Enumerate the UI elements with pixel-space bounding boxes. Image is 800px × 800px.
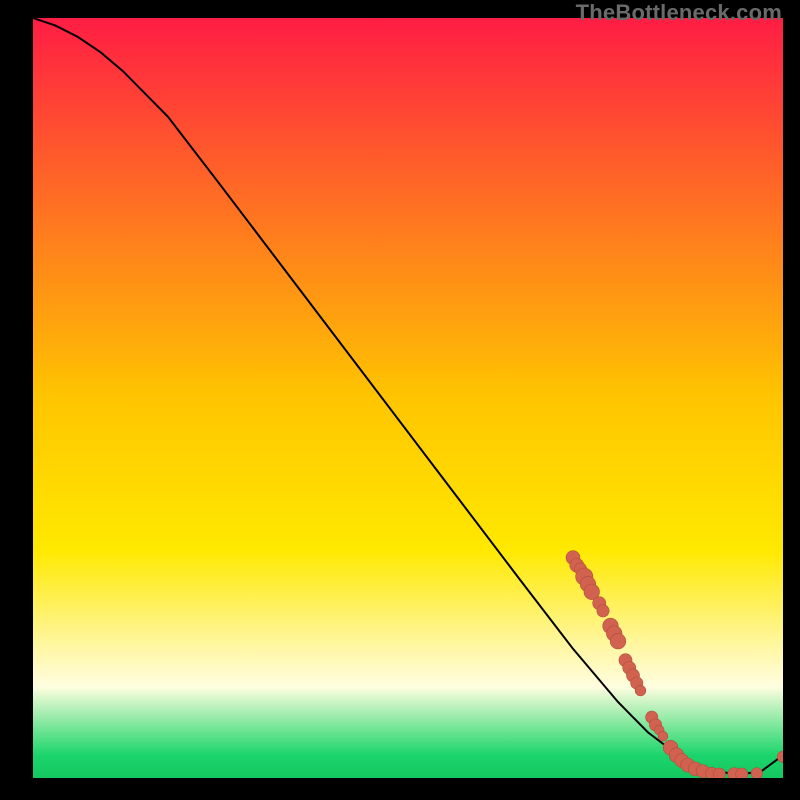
data-point [610, 633, 626, 649]
data-point [597, 605, 609, 617]
chart-stage: TheBottleneck.com [0, 0, 800, 800]
data-point [751, 768, 762, 778]
chart-plot [33, 18, 783, 778]
chart-svg [33, 18, 783, 778]
data-point [635, 685, 646, 696]
data-point [736, 768, 748, 778]
gradient-background [33, 18, 783, 778]
data-point [658, 731, 668, 741]
data-point [713, 768, 725, 778]
